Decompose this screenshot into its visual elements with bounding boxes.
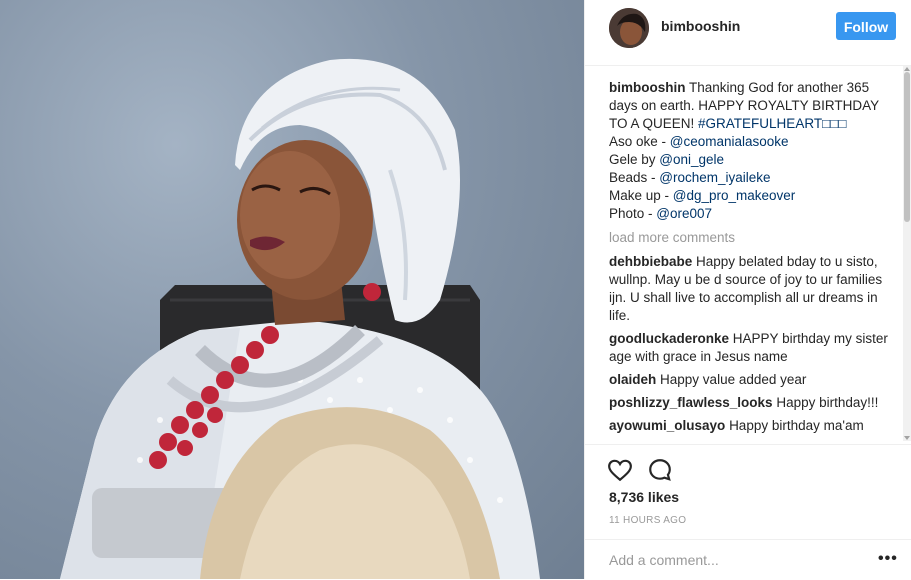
comment-bubble-icon[interactable] (647, 457, 673, 483)
comments-scrollbar[interactable] (903, 66, 911, 441)
follow-button[interactable]: Follow (836, 12, 896, 40)
comments-list: bimbooshin Thanking God for another 365 … (609, 79, 899, 447)
caption: bimbooshin Thanking God for another 365 … (609, 79, 899, 223)
scrollbar-thumb[interactable] (904, 72, 910, 222)
credit-label: Photo - (609, 206, 657, 221)
comment-text: Happy birthday ma'am (729, 418, 864, 433)
comment-item: goodluckaderonke HAPPY birthday my siste… (609, 330, 899, 366)
post-photo[interactable] (0, 0, 584, 579)
comment-username[interactable]: poshlizzy_flawless_looks (609, 395, 773, 410)
caption-username[interactable]: bimbooshin (609, 80, 686, 95)
add-comment-bar: ••• (585, 539, 911, 580)
comment-item: ayowumi_olusayo Happy birthday ma'am (609, 417, 899, 435)
comment-text: Happy birthday!!! (776, 395, 879, 410)
credit-mention[interactable]: @ceomanialasooke (670, 134, 789, 149)
comment-item: poshlizzy_flawless_looks Happy birthday!… (609, 394, 899, 412)
credit-mention[interactable]: @dg_pro_makeover (673, 188, 796, 203)
avatar[interactable] (609, 8, 649, 48)
likes-count[interactable]: 8,736 likes (609, 489, 679, 505)
credit-mention[interactable]: @oni_gele (659, 152, 724, 167)
credit-label: Beads - (609, 170, 660, 185)
scroll-down-arrow-icon[interactable] (904, 436, 910, 440)
post-sidebar: bimbooshin Follow bimbooshin Thanking Go… (584, 0, 911, 579)
heart-icon[interactable] (607, 457, 633, 483)
post-actions: 8,736 likes 11 HOURS AGO ••• (585, 444, 911, 579)
credit-mention[interactable]: @ore007 (656, 206, 712, 221)
comment-item: olaideh Happy value added year (609, 371, 899, 389)
scroll-up-arrow-icon[interactable] (904, 67, 910, 71)
post-header: bimbooshin Follow (585, 0, 911, 66)
comment-username[interactable]: dehbbiebabe (609, 254, 692, 269)
credit-line: Gele by @oni_gele (609, 151, 899, 169)
credit-mention[interactable]: @rochem_iyaileke (659, 170, 770, 185)
add-comment-input[interactable] (609, 550, 849, 570)
credit-label: Gele by (609, 152, 660, 167)
caption-hashtag[interactable]: #GRATEFULHEART□□□ (698, 116, 847, 131)
load-more-comments[interactable]: load more comments (609, 229, 899, 247)
avatar-image (609, 8, 649, 48)
more-options-icon[interactable]: ••• (878, 551, 898, 567)
credit-line: Beads - @rochem_iyaileke (609, 169, 899, 187)
portrait-illustration (60, 58, 540, 579)
header-username[interactable]: bimbooshin (661, 18, 740, 34)
comment-username[interactable]: goodluckaderonke (609, 331, 729, 346)
comment-item: dehbbiebabe Happy belated bday to u sist… (609, 253, 899, 325)
credit-label: Aso oke - (609, 134, 670, 149)
credit-line: Make up - @dg_pro_makeover (609, 187, 899, 205)
comment-text: Happy value added year (660, 372, 807, 387)
comment-username[interactable]: ayowumi_olusayo (609, 418, 725, 433)
credit-line: Photo - @ore007 (609, 205, 899, 223)
post-timestamp[interactable]: 11 HOURS AGO (609, 515, 686, 526)
comment-username[interactable]: olaideh (609, 372, 656, 387)
credit-label: Make up - (609, 188, 673, 203)
credit-line: Aso oke - @ceomanialasooke (609, 133, 899, 151)
